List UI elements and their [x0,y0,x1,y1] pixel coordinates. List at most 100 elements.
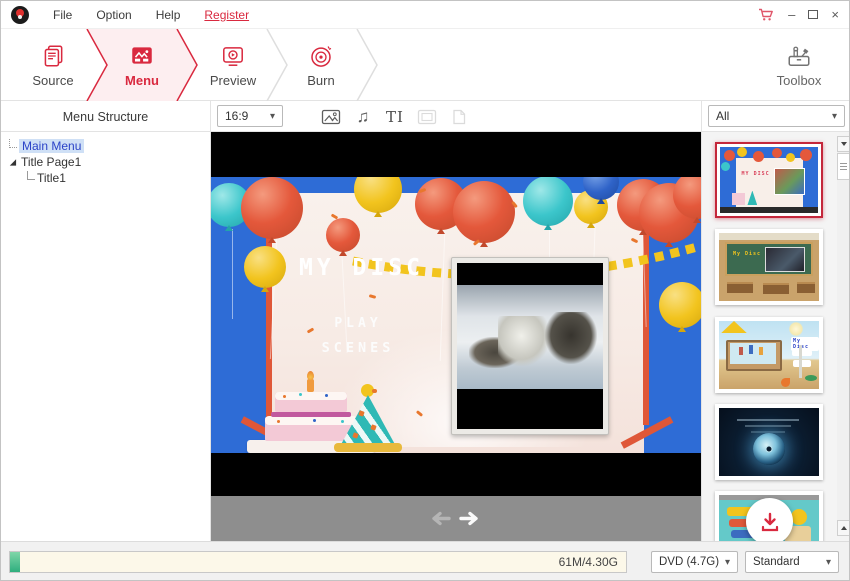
balloon [326,218,360,252]
chevron-down-icon: ▾ [725,557,730,568]
menu-scene: MY DISC PLAY SCENES [211,177,701,453]
preview-monitor-icon [220,43,246,69]
menu-structure-title: Menu Structure [63,110,148,124]
template-caption: My Disc [733,251,761,257]
video-thumbnail-frame[interactable] [451,257,609,435]
template-list-panel: MY DISC My Disc [701,132,850,541]
menu-register[interactable]: Register [204,8,249,22]
maximize-button[interactable] [808,10,818,19]
music-note-icon: ♫ [357,107,370,127]
text-icon: TI [386,108,404,126]
tab-preview-label: Preview [210,73,256,88]
seal-figure [498,316,551,366]
next-page-arrow[interactable] [459,510,483,527]
prev-page-arrow[interactable] [427,510,451,527]
template-thumb-classroom[interactable]: My Disc [715,229,823,305]
secondary-toolbar: Menu Structure 16:9 ▾ ♫ TI [1,101,850,132]
tree-item-label: Title Page1 [21,155,81,169]
thumbnail-tool [447,106,471,127]
minimize-button[interactable]: – [788,8,795,21]
scrollbar-handle[interactable] [837,153,850,180]
tab-preview[interactable]: Preview [193,29,273,101]
menu-button-play[interactable]: PLAY [273,316,443,331]
scrollbar-top-button[interactable] [837,136,850,152]
quality-select[interactable]: Standard ▾ [745,551,839,573]
tree-expander-icon[interactable] [8,157,17,167]
cart-icon[interactable] [758,7,775,22]
menu-preview-canvas[interactable]: MY DISC PLAY SCENES [211,132,701,541]
menu-file[interactable]: File [53,8,72,22]
tree-item-label: Title1 [37,171,66,185]
balloon [244,246,286,288]
tab-source-label: Source [32,73,73,88]
download-icon [758,510,782,534]
toolbox-label: Toolbox [777,73,822,88]
tree-item-main-menu[interactable]: Main Menu [1,138,210,154]
tree-item-title1[interactable]: Title1 [1,170,210,186]
tree-connector [27,171,35,180]
chevron-down-icon: ▾ [270,111,275,122]
template-thumb-beach[interactable]: My Disc [715,317,823,393]
app-logo-icon [11,6,29,24]
chevron-separator [356,29,378,101]
menu-structure-header: Menu Structure [1,101,211,132]
download-template-button[interactable] [746,498,793,541]
balloon-string [232,229,233,319]
template-filter-area: All ▾ [701,101,850,132]
tree-item-title-page1[interactable]: Title Page1 [1,154,210,170]
app-window: File Option Help Register – × Source [0,0,850,581]
chevron-down-icon: ▾ [826,557,831,568]
close-button[interactable]: × [831,8,839,21]
status-bar: 61M/4.30G DVD (4.7G) ▾ Standard ▾ [1,541,850,581]
triangle-down-icon [841,142,847,146]
aspect-ratio-select[interactable]: 16:9 ▾ [217,105,283,127]
video-thumbnail [457,263,603,429]
text-tool[interactable]: TI [383,106,407,127]
disc-type-select[interactable]: DVD (4.7G) ▾ [651,551,738,573]
video-still-seals [457,285,603,390]
toolbox-button[interactable]: Toolbox [763,29,835,101]
steps-bar: Source Menu Preview [1,29,850,101]
scrollbar-bottom-button[interactable] [837,520,850,536]
tree-item-label: Main Menu [19,139,84,153]
disc-title-text[interactable]: MY DISC [299,255,424,281]
menu-template-icon [129,43,155,69]
tab-burn-label: Burn [307,73,334,88]
template-thumb-galaxy-disc[interactable] [715,404,823,480]
source-files-icon [40,43,66,69]
quality-value: Standard [753,556,800,568]
toolbox-icon [785,43,813,69]
preview-nav-bar [211,496,701,541]
chevron-down-icon: ▾ [832,111,837,122]
party-hat [337,393,399,453]
template-filter-value: All [716,109,729,123]
template-caption: MY DISC [742,171,770,177]
file-icon [451,108,467,126]
aspect-ratio-value: 16:9 [225,109,248,123]
triangle-up-icon [841,526,847,530]
tab-source[interactable]: Source [13,29,93,101]
frame-icon [417,108,437,126]
tab-menu-label: Menu [125,73,159,88]
seal-figure [545,312,598,364]
balloon [453,181,515,243]
balloon [241,177,303,239]
background-image-tool[interactable] [319,106,343,127]
frame-tool [415,106,439,127]
titlebar: File Option Help Register – × [1,1,850,29]
capacity-progress-bar: 61M/4.30G [9,551,627,573]
template-filter-select[interactable]: All ▾ [708,105,845,127]
menu-button-scenes[interactable]: SCENES [273,340,443,356]
background-music-tool[interactable]: ♫ [351,106,375,127]
template-thumb-birthday[interactable]: MY DISC [715,142,823,218]
tab-burn[interactable]: Burn [283,29,359,101]
scrollbar-track[interactable] [837,136,850,536]
menu-help[interactable]: Help [156,8,181,22]
capacity-text: 61M/4.30G [559,552,618,572]
tab-menu[interactable]: Menu [102,29,182,101]
capacity-progress-fill [10,552,20,572]
menu-option[interactable]: Option [96,8,131,22]
balloon [659,282,701,328]
disc-type-value: DVD (4.7G) [659,556,719,568]
balloon [523,177,573,226]
